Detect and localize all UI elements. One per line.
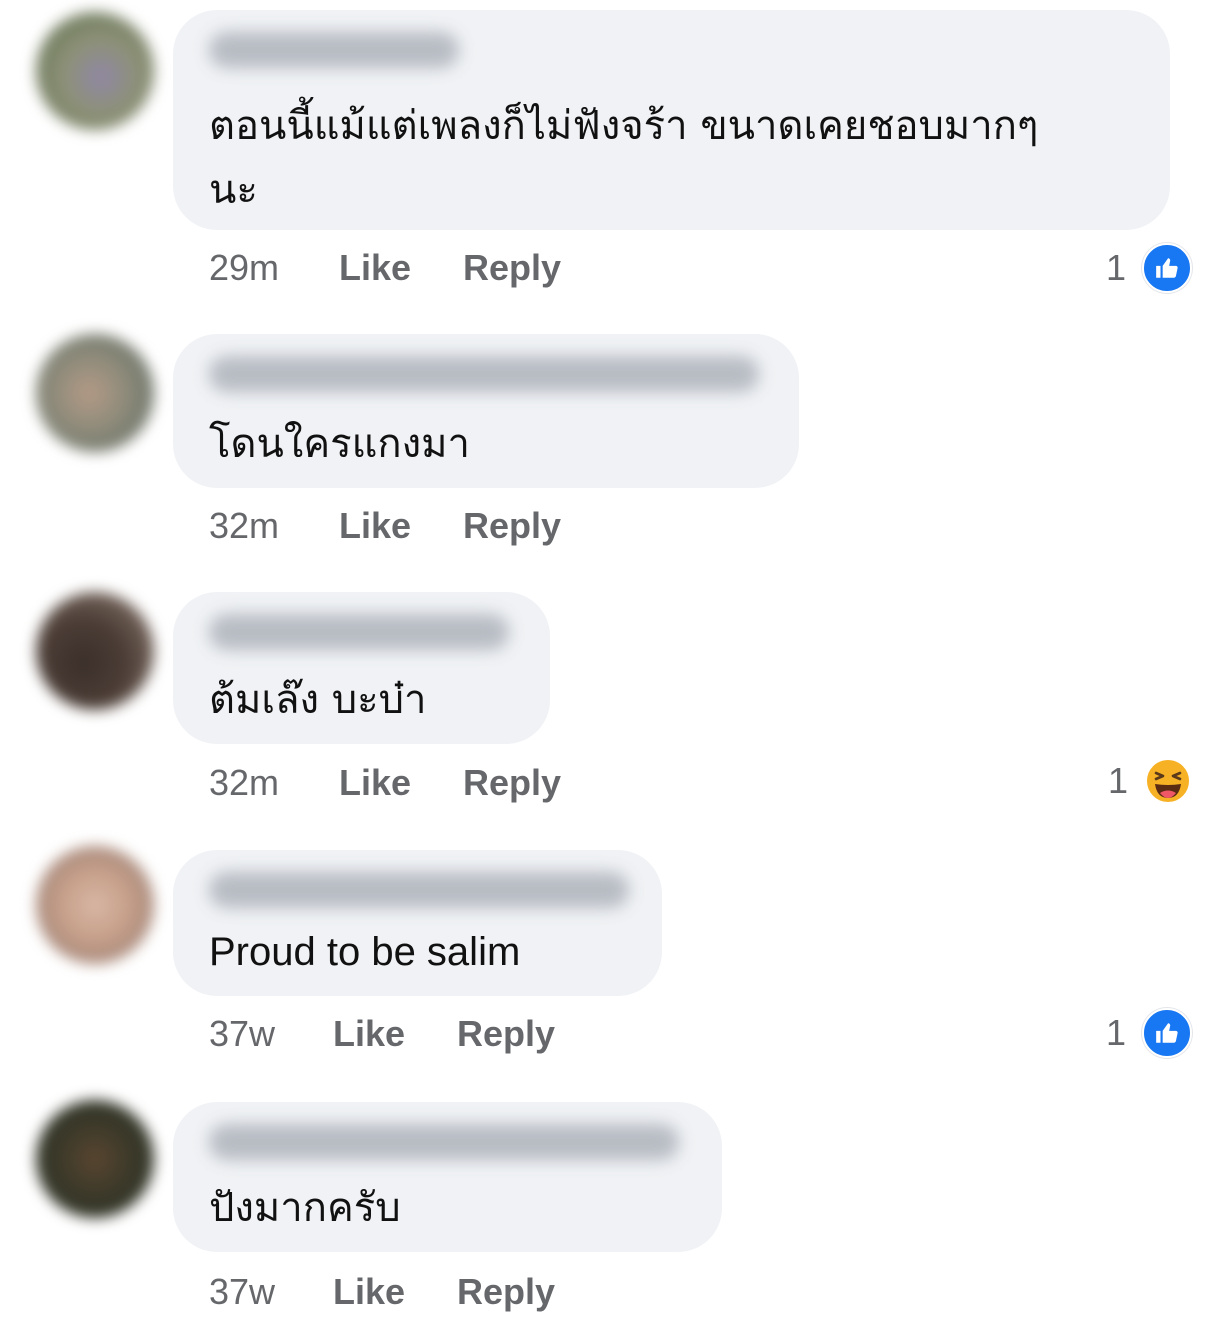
avatar[interactable] (36, 1100, 154, 1218)
timestamp[interactable]: 32m (209, 505, 339, 547)
comment-bubble: ตอนนี้แม้แต่เพลงก็ไม่ฟังจร้า ขนาดเคยชอบม… (173, 10, 1170, 230)
author-name-blurred[interactable] (209, 1124, 679, 1160)
like-button[interactable]: Like (339, 247, 463, 289)
comment-text: ปังมากครับ (209, 1185, 401, 1231)
comment-bubble: โดนใครแกงมา (173, 334, 799, 488)
reply-button[interactable]: Reply (457, 1013, 555, 1055)
reaction-summary[interactable]: 1 (1106, 1008, 1192, 1058)
like-button[interactable]: Like (333, 1271, 457, 1313)
like-button[interactable]: Like (339, 505, 463, 547)
comment-meta: 32m Like Reply (209, 504, 561, 548)
reaction-summary[interactable]: 1 (1108, 756, 1192, 806)
reaction-count: 1 (1105, 1012, 1126, 1053)
reply-button[interactable]: Reply (457, 1271, 555, 1313)
reply-button[interactable]: Reply (463, 247, 561, 289)
author-name-blurred[interactable] (209, 872, 629, 908)
haha-icon (1144, 757, 1192, 805)
timestamp[interactable]: 32m (209, 762, 339, 804)
comment-meta: 37w Like Reply (209, 1270, 555, 1314)
comment-bubble: ต้มเล๊ง บะบ๋า (173, 592, 550, 744)
comment-bubble: ปังมากครับ (173, 1102, 722, 1252)
comment-5: ปังมากครับ 37w Like Reply (0, 1098, 1226, 1338)
avatar[interactable] (36, 12, 154, 130)
comment-text-line-1: ตอนนี้แม้แต่เพลงก็ไม่ฟังจร้า ขนาดเคยชอบม… (209, 103, 1039, 149)
comment-meta: 32m Like Reply (209, 761, 561, 805)
comment-1: ตอนนี้แม้แต่เพลงก็ไม่ฟังจร้า ขนาดเคยชอบม… (0, 0, 1226, 300)
like-icon (1142, 243, 1192, 293)
reaction-count: 1 (1105, 247, 1126, 288)
timestamp[interactable]: 37w (209, 1271, 333, 1313)
comment-text: Proud to be salim (209, 930, 521, 974)
avatar[interactable] (36, 846, 154, 964)
comment-2: โดนใครแกงมา 32m Like Reply (0, 330, 1226, 560)
comment-text-line-2: นะ (209, 167, 258, 213)
comment-text: โดนใครแกงมา (209, 421, 470, 467)
reaction-summary[interactable]: 1 (1106, 243, 1192, 293)
like-icon (1142, 1008, 1192, 1058)
avatar[interactable] (36, 334, 154, 452)
author-name-blurred[interactable] (209, 614, 509, 650)
reply-button[interactable]: Reply (463, 762, 561, 804)
comment-3: ต้มเล๊ง บะบ๋า 32m Like Reply 1 (0, 588, 1226, 828)
reply-button[interactable]: Reply (463, 505, 561, 547)
comment-text: ต้มเล๊ง บะบ๋า (209, 677, 427, 723)
comment-bubble: Proud to be salim (173, 850, 662, 996)
comment-meta: 37w Like Reply (209, 1012, 555, 1056)
timestamp[interactable]: 29m (209, 247, 339, 289)
comment-meta: 29m Like Reply (209, 246, 561, 290)
avatar[interactable] (36, 592, 154, 710)
like-button[interactable]: Like (333, 1013, 457, 1055)
author-name-blurred[interactable] (209, 356, 759, 392)
author-name-blurred[interactable] (209, 32, 459, 68)
reaction-count: 1 (1107, 760, 1128, 801)
comment-4: Proud to be salim 37w Like Reply 1 (0, 846, 1226, 1086)
timestamp[interactable]: 37w (209, 1013, 333, 1055)
like-button[interactable]: Like (339, 762, 463, 804)
